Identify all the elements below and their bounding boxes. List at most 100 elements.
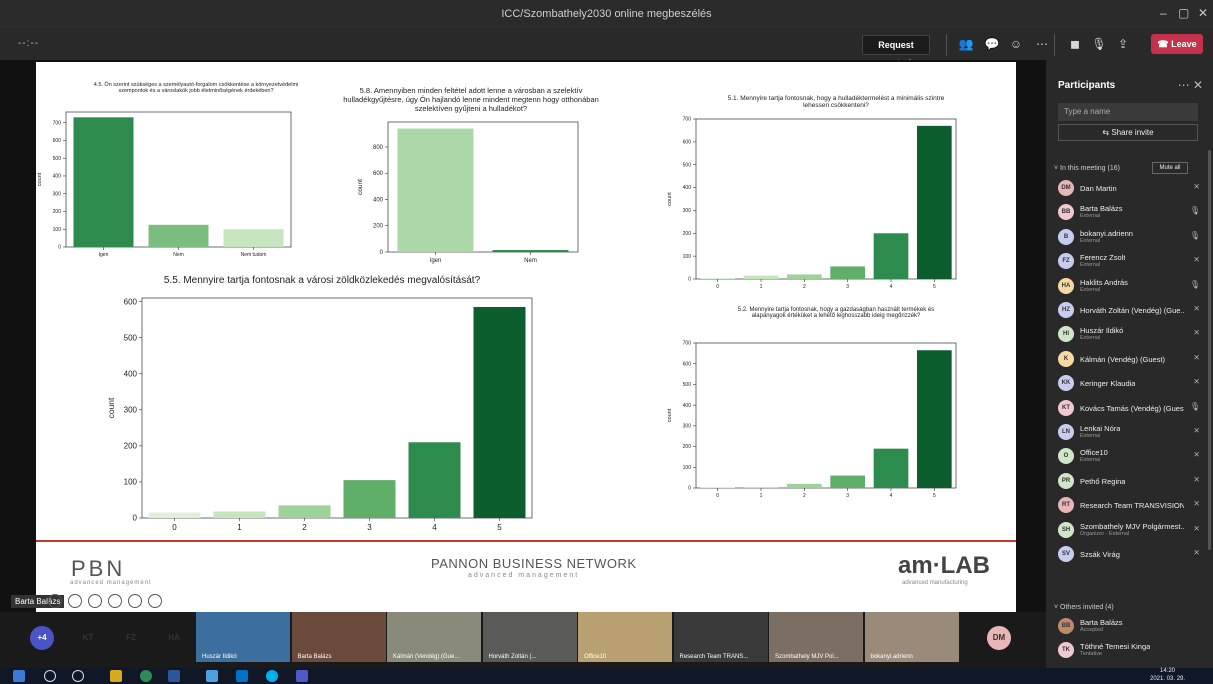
video-tile[interactable]: Barta Balázs	[291, 612, 386, 662]
window-title: ICC/Szombathely2030 online megbeszélés	[501, 8, 712, 20]
avatar: B	[1058, 228, 1074, 245]
video-tile[interactable]: Szombathely MJV Pol...	[769, 612, 863, 662]
participant-row[interactable]: K Kálmán (Vendég) (Guest) ⨯	[1058, 349, 1200, 369]
participant-role: Organizer · External	[1080, 530, 1130, 537]
cortana-icon[interactable]	[72, 670, 84, 682]
maximize-icon[interactable]: ▢	[1178, 6, 1189, 20]
x-tick-label: 4	[432, 523, 437, 532]
close-panel-icon[interactable]: ⋯ ✕	[1178, 78, 1203, 92]
participant-row[interactable]: HI Huszár Ildikó External ⨯	[1058, 324, 1200, 344]
system-clock[interactable]: 14:20 2021. 03. 29.	[1150, 667, 1185, 683]
invited-row[interactable]: BB Barta Balázs Accepted	[1058, 616, 1200, 636]
mic-muted-icon: ⨯	[1193, 426, 1200, 435]
y-axis-label: count	[37, 172, 43, 186]
participant-row[interactable]: LN Lenkai Nóra External ⨯	[1058, 422, 1200, 442]
share-invite-button[interactable]: ⇆ Share invite	[1058, 124, 1198, 141]
leave-button[interactable]: ☎ Leave	[1151, 34, 1203, 54]
participants-icon[interactable]: 👥	[957, 36, 975, 52]
participant-avatar[interactable]: KT	[76, 626, 100, 650]
mic-muted-icon: ⨯	[1193, 474, 1200, 484]
share-tray-icon[interactable]: ⇪	[1114, 36, 1132, 52]
bar	[343, 480, 396, 518]
request-control-button[interactable]: Request control	[862, 35, 930, 68]
x-tick-label: 5	[933, 284, 936, 290]
slide-control-icon[interactable]	[108, 594, 122, 608]
participant-name: Research Team TRANSVISION...	[1080, 501, 1184, 511]
slide-control-icon[interactable]	[148, 594, 162, 608]
teams-icon[interactable]	[296, 670, 308, 682]
teams-window: ICC/Szombathely2030 online megbeszélés –…	[0, 0, 1213, 684]
x-tick-label: 5	[933, 493, 936, 499]
participant-row[interactable]: O Office10 External ⨯	[1058, 446, 1200, 466]
file-explorer-icon[interactable]	[110, 670, 122, 682]
video-tile[interactable]: bokanyi.adrienn	[864, 612, 959, 662]
windows-start-icon[interactable]	[13, 670, 25, 682]
mic-muted-icon: ⨯	[1193, 450, 1200, 460]
video-tile[interactable]: Research Team TRANS...	[673, 612, 768, 662]
participant-row[interactable]: RT Research Team TRANSVISION... ⨯	[1058, 495, 1200, 515]
video-tile-label: Barta Balázs	[297, 654, 332, 660]
slide-control-icon[interactable]	[48, 594, 62, 608]
mute-all-button[interactable]: Mute all	[1152, 162, 1188, 174]
avatar: HA	[1058, 277, 1074, 294]
others-invited-header[interactable]: ˅ Others invited (4)	[1054, 604, 1114, 611]
slide-control-icon[interactable]	[128, 594, 142, 608]
more-options-icon[interactable]: ⋯	[1033, 36, 1051, 52]
leave-label: Leave	[1171, 39, 1197, 49]
outlook-icon[interactable]	[236, 670, 248, 682]
y-tick-label: 400	[683, 185, 692, 191]
word-icon[interactable]	[168, 670, 180, 682]
participant-row[interactable]: BB Barta Balázs External 🎙	[1058, 202, 1200, 222]
mic-off-icon[interactable]: 🎙	[1090, 36, 1108, 52]
bar	[787, 274, 822, 279]
in-meeting-header[interactable]: ˅ In this meeting (16)	[1054, 165, 1120, 172]
participant-avatar[interactable]: DM	[987, 626, 1011, 650]
participant-row[interactable]: SV Szsák Virág ⨯	[1058, 544, 1200, 564]
reactions-icon[interactable]: ☺	[1007, 36, 1025, 52]
invite-status: Accepted	[1080, 627, 1103, 633]
video-tile[interactable]: Kálmán (Vendég) (Gue...	[387, 612, 481, 662]
x-tick-label: 1	[760, 493, 763, 499]
video-tile[interactable]: Horváth Zoltán (...	[482, 612, 577, 662]
participant-row[interactable]: HZ Horváth Zoltán (Vendég) (Gue... ⨯	[1058, 300, 1200, 320]
participant-avatar[interactable]: HA	[162, 626, 186, 650]
participant-row[interactable]: PR Pethő Regina ⨯	[1058, 471, 1200, 491]
panel-scrollbar[interactable]	[1208, 150, 1211, 550]
app-icon[interactable]	[206, 670, 218, 682]
more-participants-avatar[interactable]: +4	[30, 626, 54, 650]
participant-search-input[interactable]: Type a name	[1058, 103, 1198, 121]
windows-taskbar	[0, 668, 1213, 684]
y-axis-label: count	[667, 192, 673, 206]
video-tile[interactable]: Office10	[578, 612, 672, 662]
video-tile[interactable]: Huszár Ildikó	[196, 612, 290, 662]
camera-off-icon[interactable]: ◼	[1066, 36, 1084, 52]
chart-title: 5.8. Amennyiben minden feltétel adott le…	[343, 86, 599, 113]
slide-control-icon[interactable]	[88, 594, 102, 608]
participant-row[interactable]: KT Kovács Tamás (Vendég) (Guest) 🎙	[1058, 398, 1200, 418]
x-tick-label: 4	[890, 284, 893, 290]
close-icon[interactable]: ✕	[1198, 6, 1208, 20]
slide-control-icon[interactable]	[68, 594, 82, 608]
mic-muted-icon: ⨯	[1193, 182, 1200, 191]
chrome-icon[interactable]	[140, 670, 152, 682]
participant-name: Ferencz Zsolt	[1080, 253, 1126, 263]
mic-muted-icon: ⨯	[1193, 499, 1200, 509]
x-tick-label: Nem	[173, 252, 184, 258]
bar	[397, 128, 474, 252]
participant-row[interactable]: B bokanyi.adrienn External 🎙	[1058, 227, 1200, 247]
y-tick-label: 300	[124, 405, 138, 414]
y-tick-label: 0	[58, 245, 61, 251]
invited-row[interactable]: TK Tóthné Temesi Kinga Tentative	[1058, 640, 1200, 660]
chat-icon[interactable]: 💬	[983, 36, 1001, 52]
skype-icon[interactable]	[266, 670, 278, 682]
participant-row[interactable]: FZ Ferencz Zsolt External ⨯	[1058, 251, 1200, 271]
participant-row[interactable]: DM Dan Martin ⨯	[1058, 178, 1200, 198]
mic-on-icon: 🎙	[1189, 230, 1200, 240]
participant-row[interactable]: KK Keringer Klaudia ⨯	[1058, 373, 1200, 393]
bar	[213, 511, 266, 518]
search-icon[interactable]	[44, 670, 56, 682]
participant-row[interactable]: HA Haklits András External 🎙	[1058, 276, 1200, 296]
minimize-icon[interactable]: –	[1160, 6, 1167, 20]
participant-avatar[interactable]: FZ	[119, 626, 143, 650]
participant-row[interactable]: SH Szombathely MJV Polgármest... Organiz…	[1058, 520, 1200, 540]
